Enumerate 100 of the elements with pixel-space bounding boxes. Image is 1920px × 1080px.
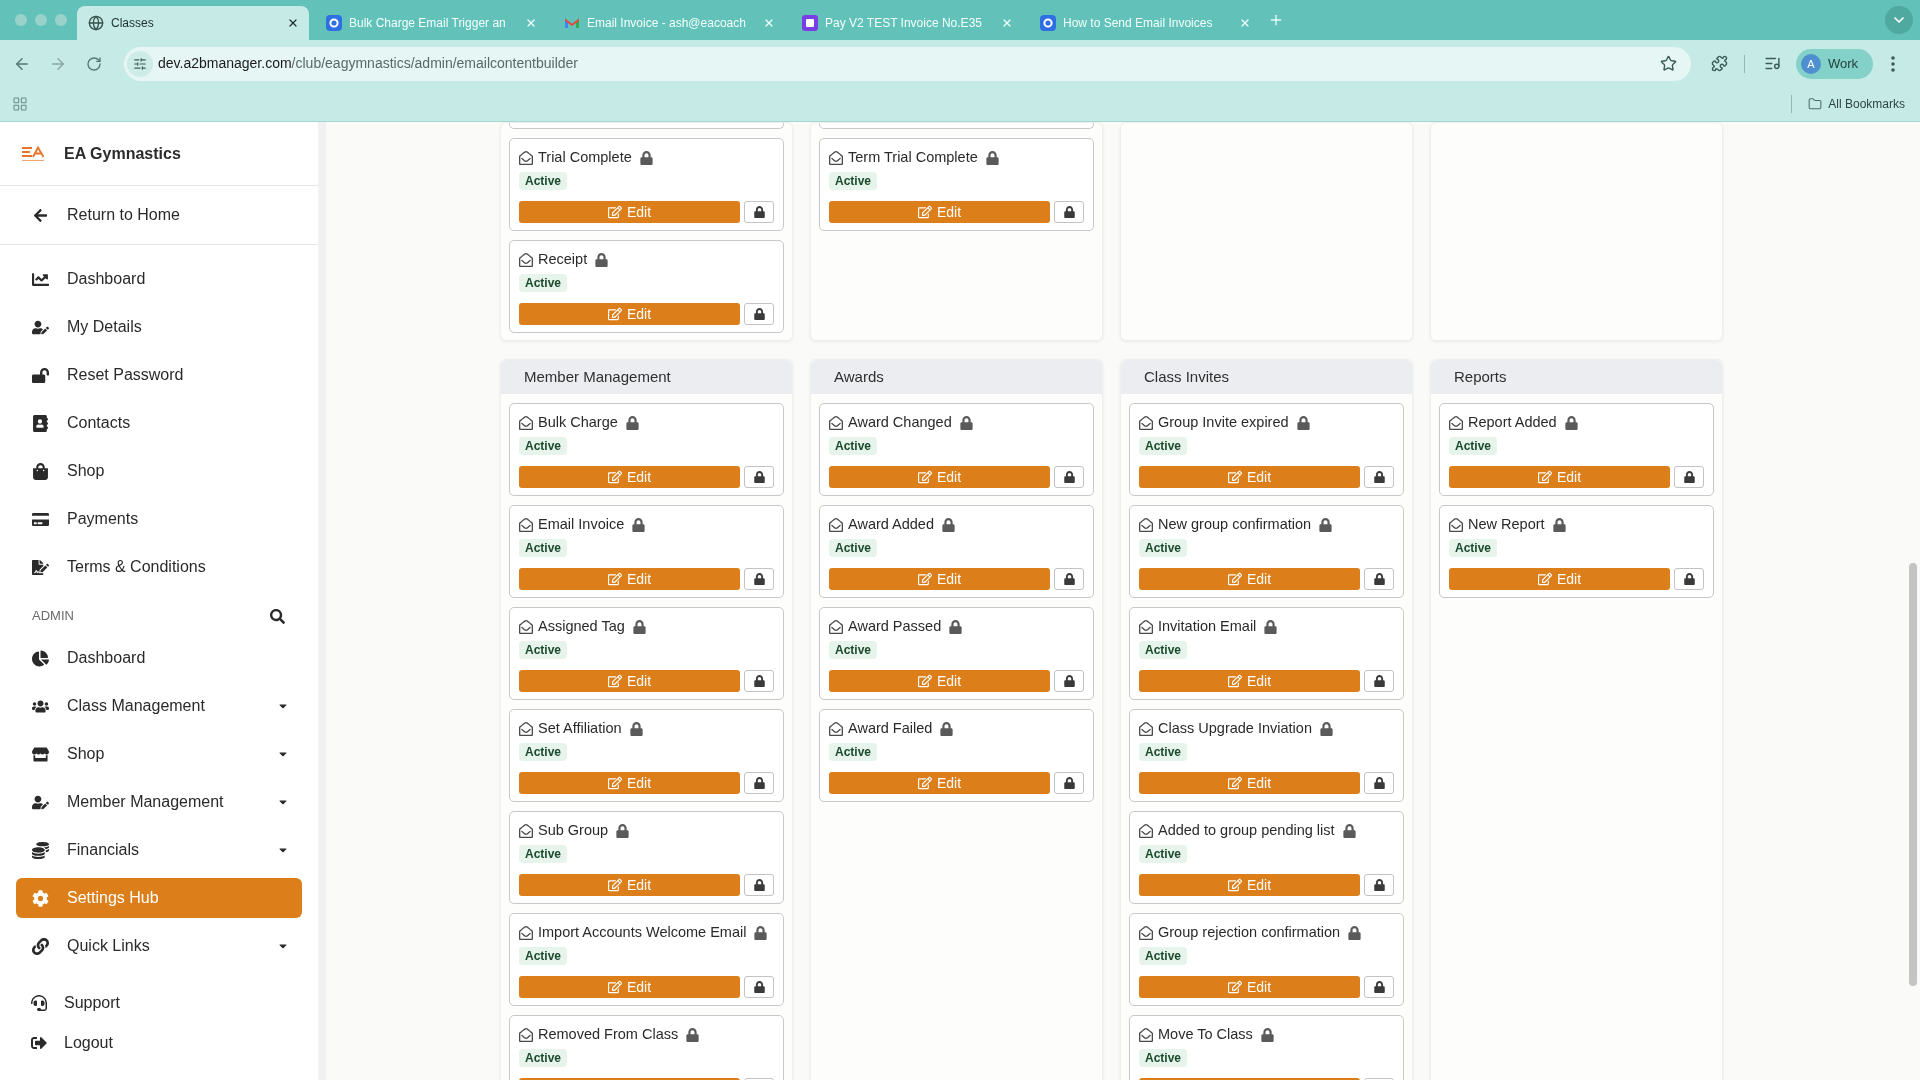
- lock-button[interactable]: [1054, 466, 1084, 488]
- browser-tab[interactable]: Bulk Charge Email Trigger an: [315, 6, 547, 40]
- profile-button[interactable]: A Work: [1796, 48, 1873, 79]
- nav-item[interactable]: Contacts: [16, 403, 302, 443]
- browser-tab[interactable]: How to Send Email Invoices: [1029, 6, 1261, 40]
- browser-tab[interactable]: Email Invoice - ash@eacoach: [553, 6, 785, 40]
- edit-button[interactable]: Edit: [1139, 772, 1360, 794]
- edit-button[interactable]: Edit: [1139, 568, 1360, 590]
- browser-tab[interactable]: Classes: [77, 6, 309, 40]
- edit-button[interactable]: Edit: [519, 874, 740, 896]
- address-bar[interactable]: dev.a2bmanager.com/club/eagymnastics/admin/emailcontentbuilder: [124, 46, 1691, 81]
- status-badge: Active: [1139, 947, 1188, 965]
- edit-button[interactable]: Edit: [1449, 568, 1670, 590]
- lock-button[interactable]: [1364, 466, 1394, 488]
- open-envelope-icon: [829, 620, 843, 634]
- nav-item[interactable]: Shop: [16, 451, 302, 491]
- open-envelope-icon: [829, 151, 843, 165]
- edit-button[interactable]: Edit: [519, 466, 740, 488]
- nav-item[interactable]: Settings Hub: [16, 878, 302, 918]
- edit-button[interactable]: Edit: [519, 670, 740, 692]
- return-home-link[interactable]: Return to Home: [0, 186, 318, 245]
- nav-item[interactable]: My Details: [16, 307, 302, 347]
- lock-button[interactable]: [744, 466, 774, 488]
- nav-item[interactable]: Class Management: [16, 686, 302, 726]
- lock-button[interactable]: [744, 874, 774, 896]
- lock-button[interactable]: [744, 670, 774, 692]
- edit-button[interactable]: Edit: [1139, 976, 1360, 998]
- open-envelope-icon: [1449, 518, 1463, 532]
- scrollbar-thumb[interactable]: [1909, 563, 1917, 986]
- status-badge: Active: [829, 539, 878, 557]
- nav-item[interactable]: Reset Password: [16, 355, 302, 395]
- lock-button[interactable]: [1054, 772, 1084, 794]
- edit-button[interactable]: Edit: [519, 201, 740, 223]
- avatar-initial: A: [1801, 53, 1821, 74]
- browser-tab[interactable]: Pay V2 TEST Invoice No.E35: [791, 6, 1023, 40]
- status-badge: Active: [1139, 437, 1188, 455]
- template-title: Removed From Class: [538, 1025, 679, 1045]
- edit-button[interactable]: Edit: [519, 303, 740, 325]
- lock-button[interactable]: [1364, 772, 1394, 794]
- lock-button[interactable]: [744, 568, 774, 590]
- open-envelope-icon: [1139, 518, 1153, 532]
- nav-item[interactable]: Dashboard: [16, 259, 302, 299]
- open-envelope-icon: [1449, 416, 1463, 430]
- nav-item[interactable]: Shop: [16, 734, 302, 774]
- status-badge: Active: [829, 437, 878, 455]
- open-envelope-icon: [519, 620, 533, 634]
- edit-button[interactable]: Edit: [829, 201, 1050, 223]
- edit-button[interactable]: Edit: [829, 466, 1050, 488]
- lock-button[interactable]: [1674, 466, 1704, 488]
- user-pen-icon: [31, 318, 49, 336]
- logout-icon: [31, 1035, 47, 1051]
- edit-button[interactable]: Edit: [519, 772, 740, 794]
- form-logo-icon: [802, 15, 818, 31]
- lock-button[interactable]: [1054, 568, 1084, 590]
- apps-grid-icon[interactable]: [12, 96, 28, 112]
- storefront-icon: [31, 745, 49, 763]
- edit-button[interactable]: Edit: [519, 568, 740, 590]
- lock-button[interactable]: [1054, 201, 1084, 223]
- site-logo-icon: [1040, 15, 1056, 31]
- edit-button[interactable]: Edit: [829, 670, 1050, 692]
- lock-button[interactable]: [1364, 874, 1394, 896]
- lock-button[interactable]: [744, 303, 774, 325]
- edit-button[interactable]: Edit: [1139, 874, 1360, 896]
- edit-button[interactable]: Edit: [1139, 670, 1360, 692]
- star-icon: [1659, 55, 1677, 72]
- nav-item[interactable]: Payments: [16, 499, 302, 539]
- open-envelope-icon: [829, 518, 843, 532]
- template-title: New Report: [1468, 515, 1545, 535]
- puzzle-icon: [1710, 55, 1728, 72]
- lock-button[interactable]: [1364, 976, 1394, 998]
- search-button[interactable]: [269, 608, 285, 624]
- nav-item[interactable]: Dashboard: [16, 638, 302, 678]
- nav-item[interactable]: Terms & Conditions: [16, 547, 302, 587]
- nav-item[interactable]: Quick Links: [16, 926, 302, 966]
- nav-item[interactable]: Financials: [16, 830, 302, 870]
- padlock-icon: [1063, 777, 1075, 789]
- nav-link[interactable]: Support: [16, 987, 302, 1019]
- edit-button[interactable]: Edit: [1449, 466, 1670, 488]
- coin-stack-icon: [31, 841, 49, 859]
- edit-button[interactable]: Edit: [829, 772, 1050, 794]
- lock-button[interactable]: [744, 201, 774, 223]
- all-bookmarks-button[interactable]: All Bookmarks: [1808, 95, 1905, 113]
- edit-button[interactable]: Edit: [519, 976, 740, 998]
- lock-button[interactable]: [1364, 568, 1394, 590]
- panel-header: Class Invites: [1121, 360, 1412, 394]
- padlock-icon: [753, 879, 765, 891]
- padlock-icon: [753, 573, 765, 585]
- lock-button[interactable]: [744, 976, 774, 998]
- open-envelope-icon: [519, 722, 533, 736]
- edit-button[interactable]: Edit: [1139, 466, 1360, 488]
- lock-button[interactable]: [1674, 568, 1704, 590]
- padlock-icon: [940, 722, 954, 736]
- nav-link[interactable]: Logout: [16, 1027, 302, 1059]
- lock-button[interactable]: [744, 772, 774, 794]
- plus-icon: [1268, 12, 1284, 28]
- lock-button[interactable]: [1054, 670, 1084, 692]
- nav-item[interactable]: Member Management: [16, 782, 302, 822]
- site-info-icon[interactable]: [127, 50, 153, 77]
- edit-button[interactable]: Edit: [829, 568, 1050, 590]
- lock-button[interactable]: [1364, 670, 1394, 692]
